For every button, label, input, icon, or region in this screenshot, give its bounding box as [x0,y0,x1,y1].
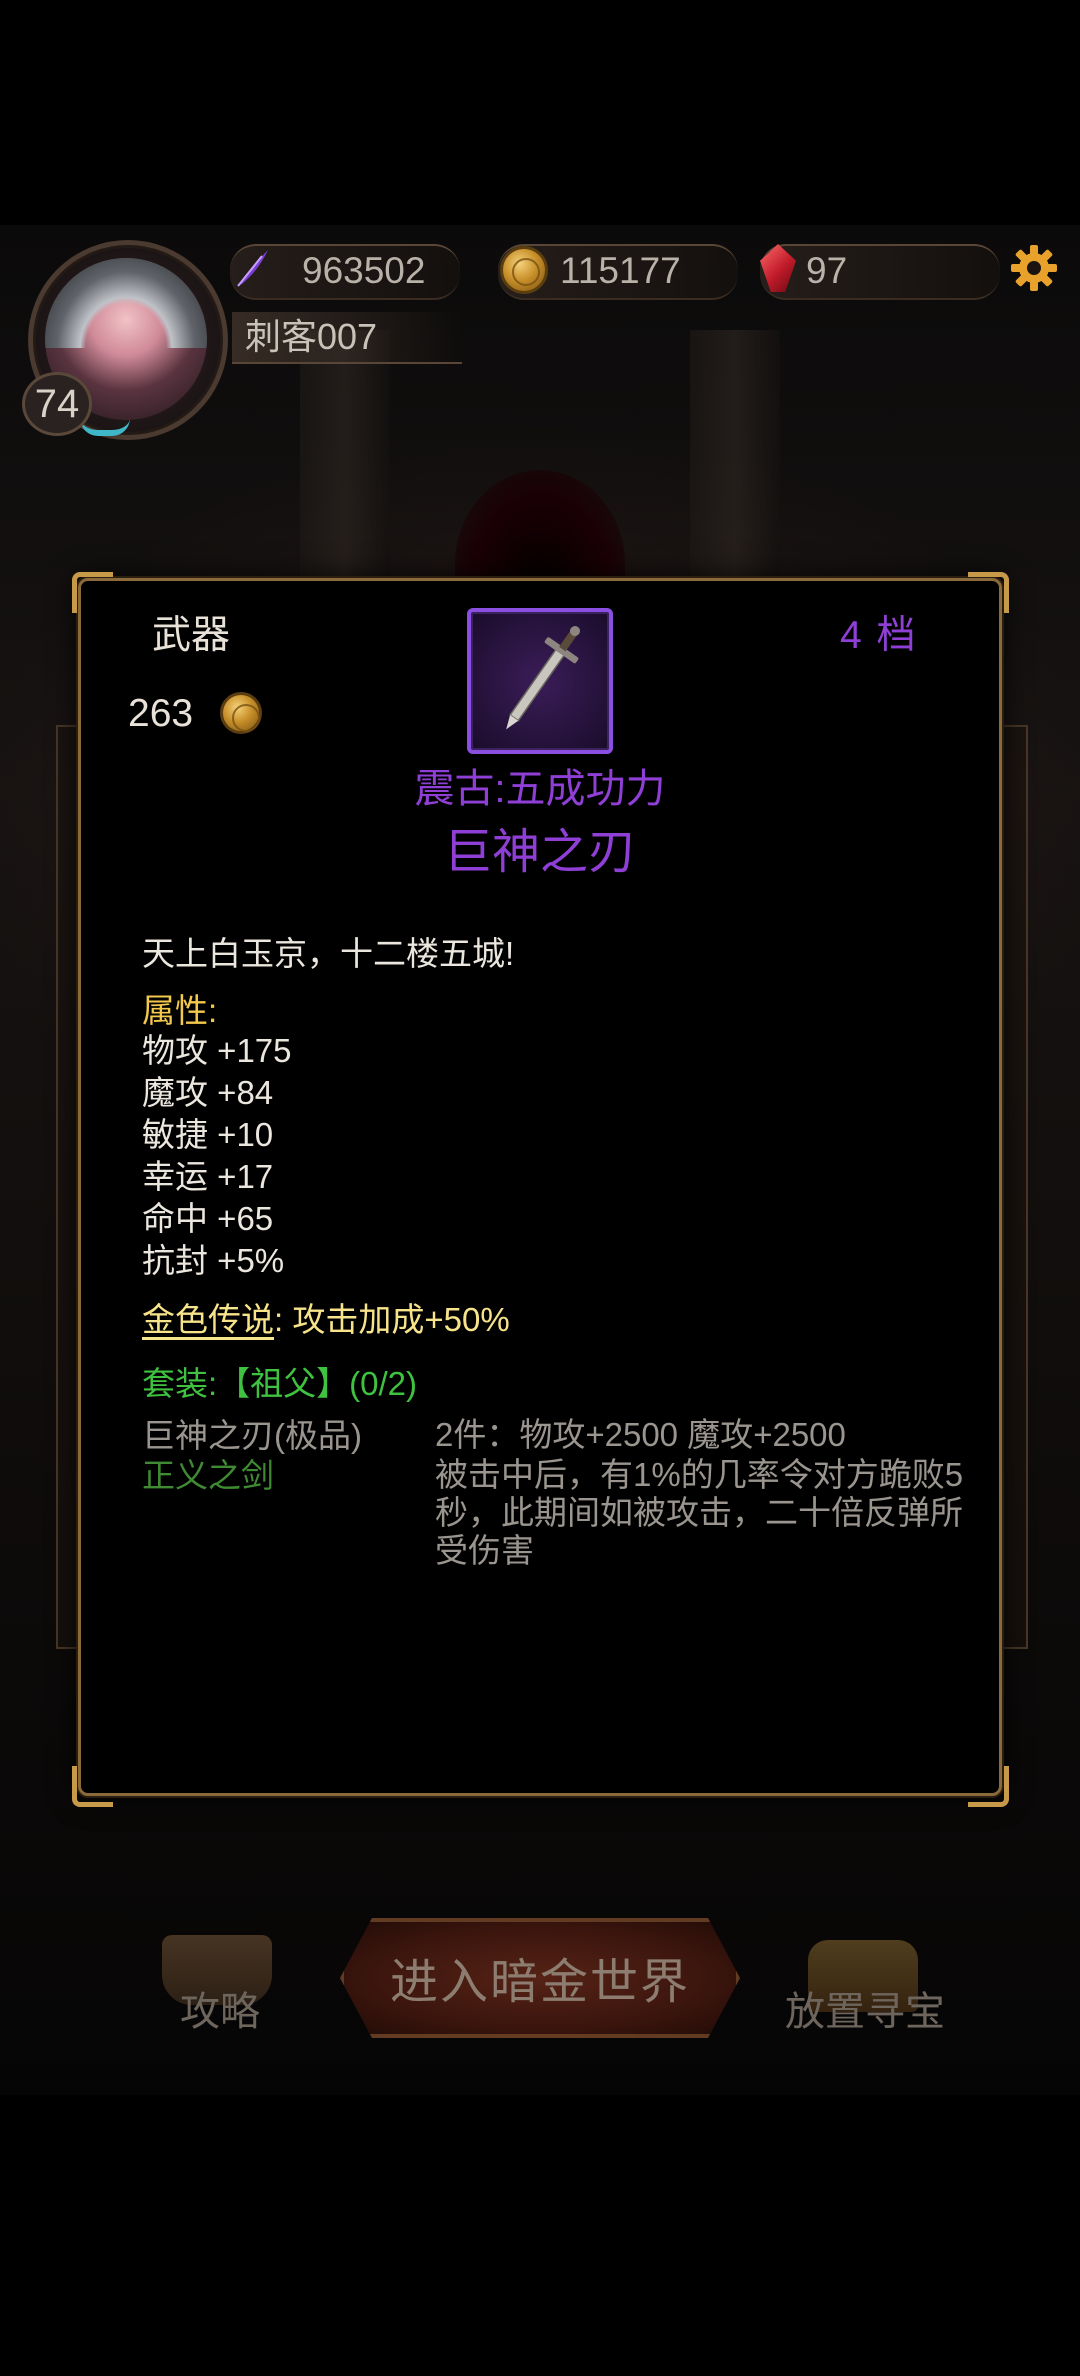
legendary-colon: : [274,1301,284,1338]
legendary-link[interactable]: 金色传说 [142,1301,274,1338]
gold-value: 115177 [560,250,681,291]
set-bonus-description: 被击中后，有1%的几率令对方跪败5秒，此期间如被攻击，二十倍反弹所受伤害 [435,1456,964,1569]
set-progress: (0/2) [349,1365,418,1402]
primary-currency-value: 963502 [302,250,426,291]
game-screen: 963502 115177 97 74 刺客007 武器 263 4 档 震古:… [0,0,1080,2376]
gem-value: 97 [806,250,848,291]
set-name: 【祖父】 [217,1365,350,1402]
gold-coin-icon [500,246,548,294]
item-icon-slot[interactable] [467,608,613,754]
player-name: 刺客007 [245,316,378,357]
attribute-row: 抗封 +5% [142,1242,285,1279]
dialog-corner-top-left [72,572,113,613]
item-flavor-text: 天上白玉京，十二楼五城! [142,935,515,972]
set-piece-item: 正义之剑 [142,1457,274,1494]
level-badge: 74 [22,372,92,436]
nav-guide-button[interactable]: 攻略 [150,1984,290,2040]
item-name: 巨神之刃 [443,826,636,879]
dialog-corner-top-right [968,572,1009,613]
gold-coin-icon [220,692,262,734]
attribute-row: 敏捷 +10 [142,1116,274,1153]
set-piece-item: 巨神之刃(极品) [142,1417,362,1454]
attribute-row: 幸运 +17 [142,1158,274,1195]
attribute-row: 物攻 +175 [142,1032,292,1069]
item-tier: 4 档 [840,614,918,657]
attribute-row: 命中 +65 [142,1200,274,1237]
dialog-corner-bottom-left [72,1766,113,1807]
dialog-corner-bottom-right [968,1766,1009,1807]
purple-feather-icon [237,250,268,287]
attributes-title: 属性: [142,992,218,1029]
legendary-effect: 攻击加成+50% [292,1301,510,1338]
item-type: 武器 [152,614,231,657]
legendary-effect-row: 金色传说: 攻击加成+50% [142,1296,510,1344]
nav-idle-treasure-button[interactable]: 放置寻宝 [770,1984,960,2040]
enter-dark-gold-world-label: 进入暗金世界 [389,1954,690,2010]
item-price: 263 [128,692,194,735]
set-prefix: 套装: [142,1365,218,1402]
sword-icon [506,626,580,730]
gear-icon[interactable] [1008,242,1060,294]
set-info-row: 套装:【祖父】(0/2) [142,1360,417,1408]
currency-bar-gems [760,244,1000,300]
set-bonus-two-piece: 2件：物攻+2500 魔攻+2500 [435,1416,846,1453]
attribute-list: 物攻 +175 魔攻 +84 敏捷 +10 幸运 +17 命中 +65 抗封 +… [142,1030,292,1282]
item-enhancement: 震古:五成功力 [414,767,666,811]
attribute-row: 魔攻 +84 [142,1074,274,1111]
